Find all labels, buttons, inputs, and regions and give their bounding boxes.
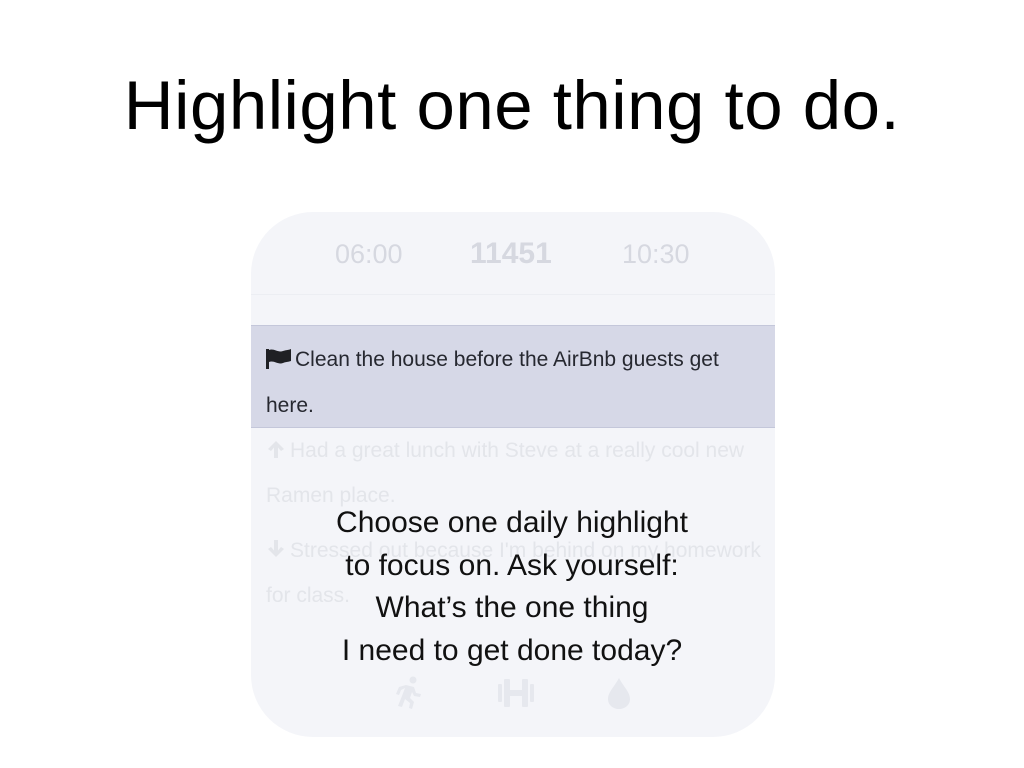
caption: Choose one daily highlight to focus on. … — [262, 502, 762, 672]
caption-line: What’s the one thing — [375, 591, 649, 624]
dumbbell-icon[interactable] — [496, 676, 536, 715]
flag-icon — [266, 341, 291, 384]
running-icon[interactable] — [394, 676, 424, 715]
step-count: 11451 — [470, 237, 552, 270]
divider — [251, 294, 775, 295]
time-bar: 06:00 11451 10:30 — [251, 212, 775, 294]
start-time: 06:00 — [335, 239, 403, 269]
slide-title: Highlight one thing to do. — [123, 67, 901, 144]
daily-highlight-row[interactable]: Clean the house before the AirBnb guests… — [251, 325, 775, 428]
highlight-text: Clean the house before the AirBnb guests… — [266, 348, 719, 417]
bottom-toolbar — [251, 676, 775, 716]
caption-line: I need to get done today? — [341, 633, 683, 667]
arrow-up-icon — [266, 431, 286, 474]
water-drop-icon[interactable] — [606, 676, 632, 715]
caption-line: to focus on. Ask yourself: — [345, 548, 679, 582]
daily-highlight: Clean the house before the AirBnb guests… — [266, 338, 756, 427]
end-time: 10:30 — [622, 239, 690, 269]
log-entry-text: Had a great lunch with Steve at a really… — [266, 439, 745, 507]
caption-line: Choose one daily highlight — [336, 506, 688, 539]
